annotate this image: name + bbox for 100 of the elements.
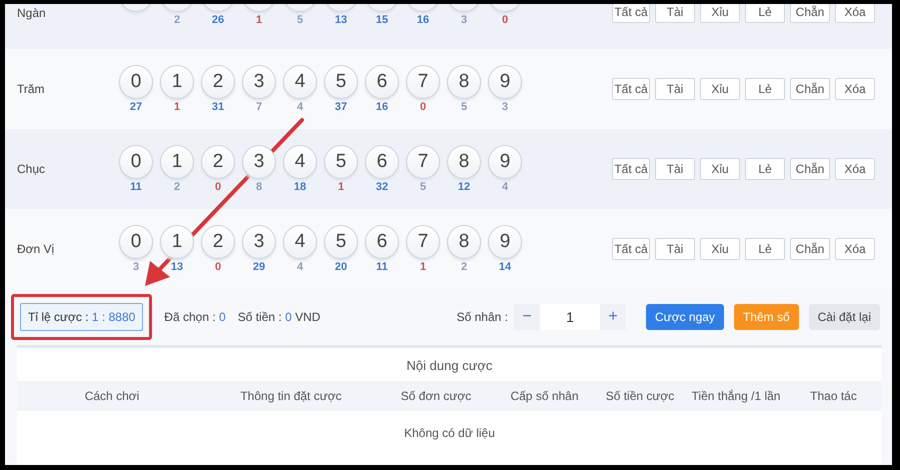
column-header: Thông tin đặt cược: [239, 389, 343, 403]
quick-select-button[interactable]: Xóa: [835, 158, 875, 180]
bet-amount: Số tiền : 0 VND: [238, 310, 320, 324]
reset-button[interactable]: Cài đặt lại: [808, 304, 880, 330]
frequency-count: 32: [376, 181, 388, 193]
number-ball[interactable]: 8: [447, 145, 481, 179]
frequency-count: 13: [334, 14, 348, 26]
quick-select-button[interactable]: Tất cả: [612, 4, 650, 23]
number-ball[interactable]: 5: [324, 225, 358, 259]
number-ball[interactable]: 8: [447, 225, 481, 259]
quick-select-button[interactable]: Tài: [655, 4, 695, 23]
quick-select-button[interactable]: Tất cả: [612, 158, 650, 180]
number-ball[interactable]: 6: [365, 225, 399, 259]
frequency-count: 4: [296, 101, 304, 113]
frequency-count: 5: [420, 181, 426, 193]
frequency-count: 27: [130, 101, 142, 113]
quick-select-button[interactable]: Chẵn: [790, 78, 830, 100]
frequency-count: 3: [132, 261, 140, 273]
number-ball[interactable]: 9: [488, 145, 522, 179]
frequency-count: 18: [294, 181, 306, 193]
frequency-count: 26: [212, 14, 224, 26]
empty-message: Không có dữ liệu: [403, 425, 496, 440]
frequency-count: 3: [460, 14, 468, 26]
quick-select-button[interactable]: Tài: [655, 238, 695, 260]
column-header: Tiền thắng /1 lần: [690, 389, 782, 403]
quick-select-button[interactable]: Xỉu: [700, 4, 740, 23]
number-ball[interactable]: 4: [283, 225, 317, 259]
number-ball[interactable]: 9: [488, 225, 522, 259]
odds-display: Tỉ lệ cược : 1 : 8880: [20, 303, 144, 331]
chosen-count: Đã chọn : 0: [164, 310, 226, 324]
number-ball[interactable]: 1: [160, 225, 194, 259]
frequency-count: 37: [334, 101, 348, 113]
increase-button[interactable]: +: [600, 304, 626, 330]
frequency-count: 20: [334, 261, 348, 273]
multiplier-input[interactable]: 1: [540, 304, 600, 330]
frequency-count: 29: [252, 261, 266, 273]
quick-select-button[interactable]: Chẵn: [790, 4, 830, 23]
number-ball[interactable]: 1: [160, 65, 194, 99]
frequency-count: 11: [376, 261, 388, 273]
number-ball[interactable]: 7: [406, 65, 440, 99]
quick-select-button[interactable]: Xóa: [835, 78, 875, 100]
number-ball[interactable]: 4: [283, 65, 317, 99]
frequency-count: 5: [296, 14, 304, 26]
number-ball[interactable]: 3: [242, 225, 276, 259]
number-ball[interactable]: 5: [324, 145, 358, 179]
decrease-button[interactable]: −: [514, 304, 540, 330]
row-label: Ngàn: [17, 6, 47, 20]
frequency-count: 3: [502, 101, 508, 113]
number-ball[interactable]: 2: [201, 145, 235, 179]
frequency-count: 0: [214, 261, 222, 273]
row-label: Đơn Vị: [17, 242, 56, 256]
frequency-count: 5: [460, 101, 468, 113]
quick-select-button[interactable]: Xỉu: [700, 78, 740, 100]
number-ball[interactable]: 5: [324, 65, 358, 99]
number-ball[interactable]: 0: [119, 145, 153, 179]
number-ball[interactable]: 2: [201, 225, 235, 259]
number-ball[interactable]: 1: [160, 145, 194, 179]
number-ball[interactable]: 2: [201, 65, 235, 99]
quick-select-button[interactable]: Chẵn: [790, 158, 830, 180]
frequency-count: 13: [170, 261, 184, 273]
row-label: Chục: [17, 162, 46, 176]
number-ball[interactable]: 4: [283, 145, 317, 179]
number-ball[interactable]: 7: [406, 145, 440, 179]
frequency-count: 11: [130, 181, 142, 193]
column-header: Thao tác: [809, 389, 858, 403]
frequency-count: 1: [256, 14, 262, 26]
number-ball[interactable]: 3: [242, 145, 276, 179]
number-ball[interactable]: 8: [447, 65, 481, 99]
frequency-count: 4: [296, 261, 304, 273]
quick-select-button[interactable]: Chẵn: [790, 238, 830, 260]
number-ball[interactable]: 9: [488, 65, 522, 99]
quick-select-button[interactable]: Lẻ: [745, 238, 785, 260]
frequency-count: 16: [376, 101, 388, 113]
bet-now-button[interactable]: Cược ngay: [646, 304, 724, 330]
quick-select-button[interactable]: Lẻ: [745, 4, 785, 23]
column-header: Số đơn cược: [400, 389, 472, 403]
number-ball[interactable]: 6: [365, 145, 399, 179]
quick-select-button[interactable]: Tài: [655, 78, 695, 100]
number-ball[interactable]: 3: [242, 65, 276, 99]
frequency-count: 1: [174, 101, 180, 113]
column-header: Cấp số nhân: [509, 389, 580, 403]
frequency-count: 14: [498, 261, 512, 273]
quick-select-button[interactable]: Xóa: [835, 4, 875, 23]
quick-select-button[interactable]: Xỉu: [700, 158, 740, 180]
quick-select-button[interactable]: Tất cả: [612, 238, 650, 260]
quick-select-button[interactable]: Xóa: [835, 238, 875, 260]
frequency-count: 8: [256, 181, 262, 193]
frequency-count: 2: [174, 14, 180, 26]
multiplier-label: Số nhân :: [456, 310, 508, 324]
frequency-count: 31: [212, 101, 224, 113]
quick-select-button[interactable]: Xỉu: [700, 238, 740, 260]
quick-select-button[interactable]: Lẻ: [745, 78, 785, 100]
quick-select-button[interactable]: Tài: [655, 158, 695, 180]
number-ball[interactable]: 0: [119, 65, 153, 99]
number-ball[interactable]: 7: [406, 225, 440, 259]
number-ball[interactable]: 6: [365, 65, 399, 99]
number-ball[interactable]: 0: [119, 225, 153, 259]
quick-select-button[interactable]: Tất cả: [612, 78, 650, 100]
column-header: Số tiền cược: [604, 389, 676, 403]
quick-select-button[interactable]: Lẻ: [745, 158, 785, 180]
